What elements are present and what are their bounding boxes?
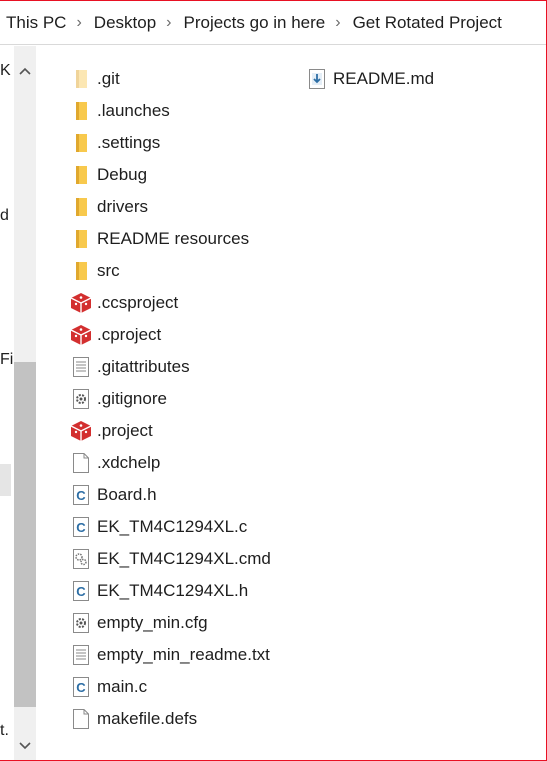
file-name: .git	[97, 69, 120, 88]
file-item[interactable]: .ccsproject	[70, 287, 290, 319]
file-name: main.c	[97, 677, 148, 696]
breadcrumb-separator-icon[interactable]: ›	[329, 14, 346, 32]
file-item[interactable]: .cproject	[70, 319, 290, 351]
file-name: .gitignore	[97, 389, 167, 408]
svg-text:C: C	[76, 520, 86, 535]
eclipse-project-icon	[70, 420, 92, 442]
nav-item-fragment[interactable]: K	[0, 62, 11, 80]
breadcrumb-current-folder[interactable]: Get Rotated Project	[347, 13, 506, 33]
file-name: README.md	[333, 69, 435, 88]
nav-item-fragment[interactable]: t.	[0, 722, 9, 740]
file-name: .project	[97, 421, 153, 440]
file-name: .gitattributes	[97, 357, 190, 376]
c-file-icon: C	[70, 676, 92, 698]
folder-icon	[70, 132, 92, 154]
file-item[interactable]: C Board.h	[70, 479, 290, 511]
breadcrumb-separator-icon[interactable]: ›	[70, 14, 87, 32]
breadcrumb: This PC › Desktop › Projects go in here …	[0, 1, 546, 45]
file-name: .settings	[97, 133, 161, 152]
file-name: EK_TM4C1294XL.cmd	[97, 549, 271, 568]
file-item[interactable]: .git	[70, 63, 290, 95]
folder-icon	[70, 196, 92, 218]
folder-icon	[70, 100, 92, 122]
file-item[interactable]: EK_TM4C1294XL.cmd	[70, 543, 290, 575]
file-name: EK_TM4C1294XL.h	[97, 581, 249, 600]
blank-file-icon	[70, 452, 92, 474]
file-item[interactable]: Cmain.c	[70, 671, 290, 703]
file-item[interactable]: C EK_TM4C1294XL.h	[70, 575, 290, 607]
nav-item-selected[interactable]	[0, 464, 11, 496]
nav-scrollbar-thumb[interactable]	[14, 362, 36, 707]
blank-file-icon	[70, 708, 92, 730]
file-name: empty_min_readme.txt	[97, 645, 270, 664]
text-file-icon	[70, 644, 92, 666]
scroll-up-icon[interactable]	[14, 60, 36, 82]
file-name: .ccsproject	[97, 293, 179, 312]
breadcrumb-projects-folder[interactable]: Projects go in here	[178, 13, 330, 33]
file-name: README resources	[97, 229, 250, 248]
file-item[interactable]: README.md	[306, 63, 526, 95]
file-item[interactable]: Debug	[70, 159, 290, 191]
file-item[interactable]: .launches	[70, 95, 290, 127]
file-name: drivers	[97, 197, 149, 216]
cmd-file-icon	[70, 548, 92, 570]
file-name: empty_min.cfg	[97, 613, 208, 632]
file-item[interactable]: src	[70, 255, 290, 287]
file-item[interactable]: C EK_TM4C1294XL.c	[70, 511, 290, 543]
breadcrumb-this-pc[interactable]: This PC	[0, 13, 70, 33]
file-item[interactable]: README resources	[70, 223, 290, 255]
scroll-down-icon[interactable]	[14, 735, 36, 757]
file-item[interactable]: .settings	[70, 127, 290, 159]
file-name: .cproject	[97, 325, 162, 344]
file-item[interactable]: makefile.defs	[70, 703, 290, 735]
file-item[interactable]: .project	[70, 415, 290, 447]
folder-icon	[70, 164, 92, 186]
file-item[interactable]: empty_min_readme.txt	[70, 639, 290, 671]
file-name: .launches	[97, 101, 170, 120]
file-item[interactable]: .gitignore	[70, 383, 290, 415]
eclipse-project-icon	[70, 324, 92, 346]
gear-file-icon	[70, 388, 92, 410]
nav-item-fragment[interactable]: Fi	[0, 351, 13, 369]
svg-text:C: C	[76, 584, 86, 599]
file-item[interactable]: .xdchelp	[70, 447, 290, 479]
svg-text:C: C	[76, 680, 86, 695]
file-name: Board.h	[97, 485, 157, 504]
c-file-icon: C	[70, 580, 92, 602]
eclipse-project-icon	[70, 292, 92, 314]
nav-item-fragment[interactable]: d	[0, 207, 9, 225]
svg-text:C: C	[76, 488, 86, 503]
breadcrumb-separator-icon[interactable]: ›	[160, 14, 177, 32]
folder-faded-icon	[70, 68, 92, 90]
folder-icon	[70, 260, 92, 282]
file-name: Debug	[97, 165, 148, 184]
gear-file-icon	[70, 612, 92, 634]
file-item[interactable]: .gitattributes	[70, 351, 290, 383]
breadcrumb-desktop[interactable]: Desktop	[88, 13, 160, 33]
text-file-icon	[70, 356, 92, 378]
file-item[interactable]: drivers	[70, 191, 290, 223]
file-name: EK_TM4C1294XL.c	[97, 517, 248, 536]
c-file-icon: C	[70, 484, 92, 506]
file-name: makefile.defs	[97, 709, 198, 728]
file-name: .xdchelp	[97, 453, 161, 472]
folder-icon	[70, 228, 92, 250]
file-item[interactable]: empty_min.cfg	[70, 607, 290, 639]
c-file-icon: C	[70, 516, 92, 538]
md-file-icon	[306, 68, 328, 90]
file-name: src	[97, 261, 120, 280]
